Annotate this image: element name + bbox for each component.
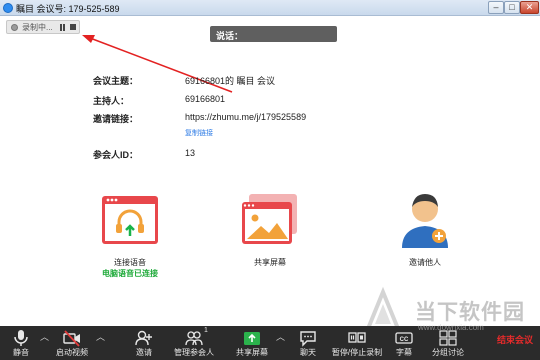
- audio-status-label: 电脑语音已连接: [102, 269, 158, 278]
- host-value: 69166801: [185, 94, 226, 104]
- video-off-icon: [63, 330, 80, 347]
- minimize-button[interactable]: –: [488, 1, 504, 14]
- manage-participants-button[interactable]: 管理参会人: [172, 326, 216, 360]
- connect-audio-button[interactable]: 连接语音 电脑语音已连接: [80, 190, 180, 280]
- topic-value: 69166801的 瞩目 会议: [185, 76, 276, 86]
- recording-label: 录制中...: [22, 23, 53, 32]
- chat-bubble-icon: [300, 331, 316, 347]
- window-titlebar: 瞩目 会议号: 179-525-589 – □ ✕: [0, 0, 540, 16]
- share-screen-label: 共享屏幕: [254, 258, 286, 267]
- share-screen-toolbar-label: 共享屏幕: [236, 348, 268, 357]
- end-meeting-button[interactable]: 结束会议: [497, 333, 533, 346]
- invite-link-value: https://zhumu.me/j/179525589: [185, 112, 307, 122]
- audio-options-caret-icon[interactable]: ︿: [40, 333, 49, 342]
- pause-stop-recording-button[interactable]: 暂停/停止录制: [330, 326, 384, 360]
- participant-id-value: 13: [185, 148, 196, 158]
- captions-label: 字幕: [396, 348, 412, 357]
- participant-id-label: 参会人ID：: [93, 150, 139, 160]
- mute-button[interactable]: 静音: [6, 326, 36, 360]
- app-icon: [3, 3, 13, 13]
- share-options-caret-icon[interactable]: ︿: [276, 333, 285, 342]
- breakout-rooms-label: 分组讨论: [432, 348, 464, 357]
- invite-others-label: 邀请他人: [409, 258, 441, 267]
- pause-recording-icon[interactable]: [59, 24, 66, 31]
- window-title: 瞩目 会议号: 179-525-589: [16, 4, 120, 14]
- maximize-button[interactable]: □: [504, 1, 520, 14]
- svg-text:CC: CC: [400, 337, 409, 343]
- share-arrow-icon: [244, 332, 260, 345]
- add-user-icon: [135, 330, 152, 346]
- host-label: 主持人：: [93, 96, 130, 106]
- start-video-button[interactable]: 启动视频: [52, 326, 92, 360]
- share-screen-toolbar-button[interactable]: 共享屏幕: [234, 326, 270, 360]
- participants-icon: [185, 331, 203, 346]
- pause-stop-recording-label: 暂停/停止录制: [331, 348, 383, 357]
- close-button[interactable]: ✕: [520, 1, 539, 14]
- invite-person-icon: [402, 194, 448, 248]
- chat-label: 聊天: [300, 348, 316, 357]
- copy-link-button[interactable]: 复制链接: [185, 128, 213, 138]
- share-screen-button[interactable]: 共享屏幕: [220, 190, 320, 280]
- microphone-icon: [14, 330, 28, 346]
- participants-count-badge: 1: [204, 327, 208, 334]
- headphones-icon: [102, 196, 158, 244]
- video-options-caret-icon[interactable]: ︿: [96, 333, 105, 342]
- invite-label: 邀请: [136, 348, 152, 357]
- watermark-url: www.downxia.com: [418, 323, 484, 332]
- connect-audio-label: 连接语音: [114, 258, 146, 267]
- manage-participants-label: 管理参会人: [174, 348, 214, 357]
- invite-button[interactable]: 邀请: [128, 326, 160, 360]
- chat-button[interactable]: 聊天: [294, 326, 322, 360]
- mute-label: 静音: [13, 348, 29, 357]
- invite-link-label: 邀请链接：: [93, 114, 139, 124]
- recording-indicator: 录制中...: [6, 20, 80, 34]
- record-dot-icon: [11, 24, 18, 31]
- captions-icon: CC: [395, 332, 413, 344]
- watermark-text: 当下软件园: [415, 301, 525, 324]
- stop-recording-icon[interactable]: [70, 24, 76, 30]
- topic-label: 会议主题：: [93, 76, 139, 86]
- start-video-label: 启动视频: [56, 348, 88, 357]
- invite-others-button[interactable]: 邀请他人: [375, 190, 475, 280]
- record-controls-icon: [348, 332, 366, 343]
- speaking-indicator: 说话：: [210, 26, 337, 42]
- captions-button[interactable]: CC 字幕: [392, 326, 416, 360]
- share-screen-icon: [242, 194, 297, 244]
